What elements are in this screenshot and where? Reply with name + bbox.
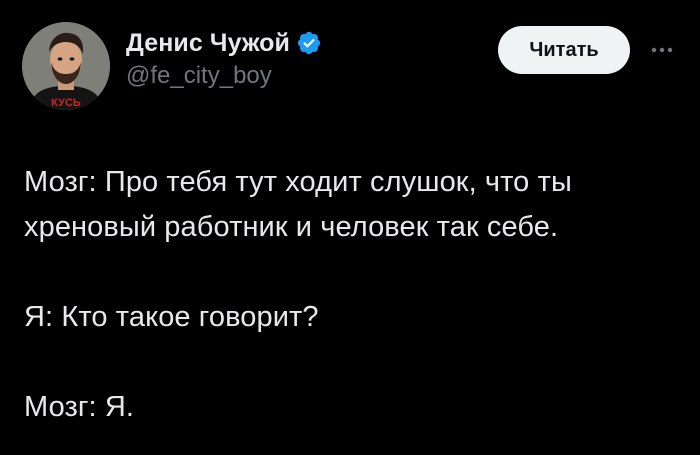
more-dots-icon[interactable]	[648, 36, 676, 64]
tweet-card: КУСЬ Денис Чужой @fe_city_boy Читать Моз…	[0, 0, 700, 455]
tweet-paragraph: Мозг: Про тебя тут ходит слушок, что ты …	[24, 166, 572, 243]
tweet-paragraph: Мозг: Я.	[24, 391, 135, 423]
verified-badge-icon	[296, 30, 322, 56]
author-display-name[interactable]: Денис Чужой	[126, 29, 290, 58]
author-info: Денис Чужой @fe_city_boy	[126, 28, 322, 90]
author-handle[interactable]: @fe_city_boy	[126, 62, 322, 90]
follow-button[interactable]: Читать	[498, 26, 630, 74]
author-avatar[interactable]: КУСЬ	[22, 22, 110, 110]
avatar-illustration: КУСЬ	[22, 22, 110, 110]
avatar-caption: КУСЬ	[51, 97, 81, 109]
name-row: Денис Чужой	[126, 28, 322, 58]
tweet-text: Мозг: Про тебя тут ходит слушок, что ты …	[24, 160, 684, 430]
tweet-paragraph: Я: Кто такое говорит?	[24, 301, 319, 333]
